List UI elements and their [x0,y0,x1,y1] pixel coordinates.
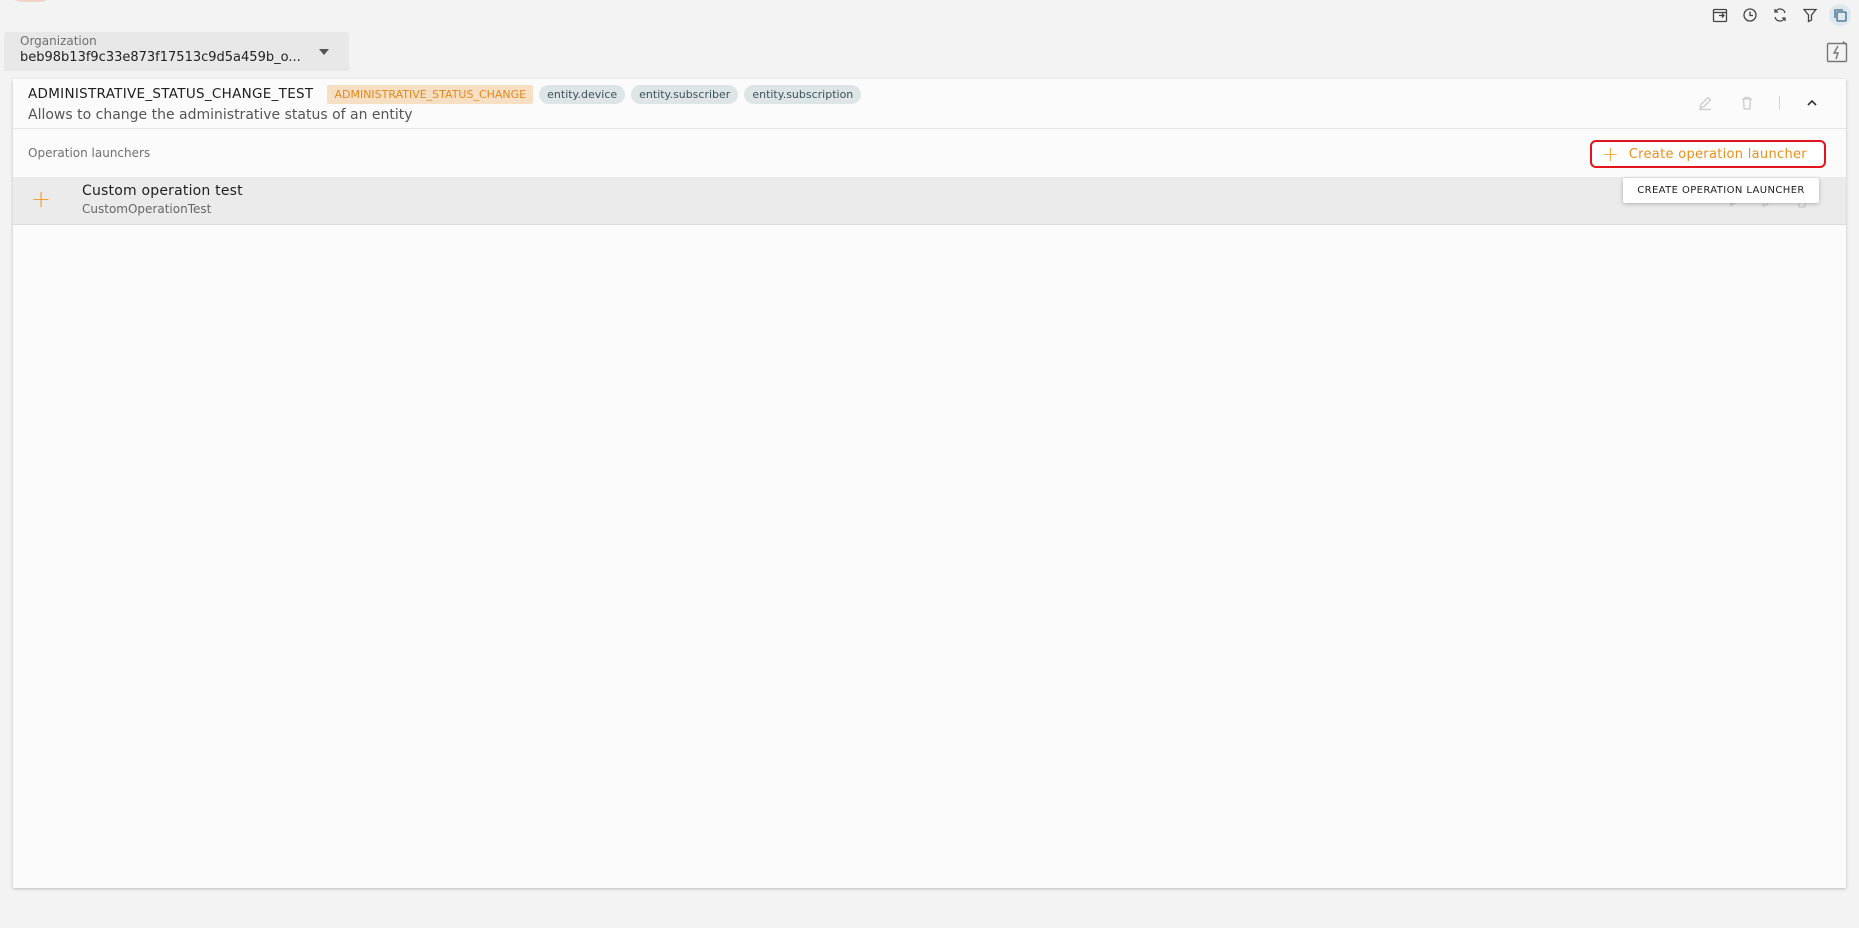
entity-tag: entity.subscription [744,84,862,104]
collapse-chevron-icon[interactable] [1802,93,1822,113]
operation-description: Allows to change the administrative stat… [28,107,413,123]
operation-header: ADMINISTRATIVE_STATUS_CHANGE_TEST ADMINI… [13,79,1846,129]
operation-type-tag: ADMINISTRATIVE_STATUS_CHANGE [327,84,534,104]
launcher-row[interactable]: + Custom operation test CustomOperationT… [13,177,1846,225]
chevron-down-icon [319,49,329,55]
organization-value: beb98b13f9c33e873f17513c9d5a459b_o... [20,50,301,65]
header-actions [1695,93,1822,113]
entity-tag: entity.subscriber [631,84,739,104]
quick-action-icon[interactable] [1825,40,1849,64]
entity-tag: entity.device [539,84,626,104]
top-toolbar [1709,4,1851,26]
create-launcher-tooltip: CREATE OPERATION LAUNCHER [1623,178,1819,203]
delete-icon[interactable] [1737,93,1757,113]
launchers-section-label: Operation launchers [28,146,151,160]
app-logo [8,0,54,2]
filter-icon[interactable] [1799,4,1821,26]
organization-select[interactable]: Organization beb98b13f9c33e873f17513c9d5… [4,32,349,71]
operation-title: ADMINISTRATIVE_STATUS_CHANGE_TEST [28,86,314,102]
refresh-icon[interactable] [1769,4,1791,26]
create-operation-launcher-button[interactable]: + Create operation launcher [1590,140,1826,168]
expand-plus-icon[interactable]: + [31,187,51,211]
edit-icon[interactable] [1695,93,1715,113]
create-operation-launcher-label: Create operation launcher [1628,146,1807,162]
calendar-export-icon[interactable] [1709,4,1731,26]
copy-icon[interactable] [1829,4,1851,26]
divider [1779,96,1780,110]
launchers-bar: Operation launchers + Create operation l… [13,129,1846,177]
plus-icon: + [1602,142,1619,166]
organization-label: Organization [20,34,97,48]
launcher-id: CustomOperationTest [82,202,212,216]
history-icon[interactable] [1739,4,1761,26]
launcher-name: Custom operation test [82,183,243,199]
operation-card: ADMINISTRATIVE_STATUS_CHANGE_TEST ADMINI… [13,79,1846,888]
